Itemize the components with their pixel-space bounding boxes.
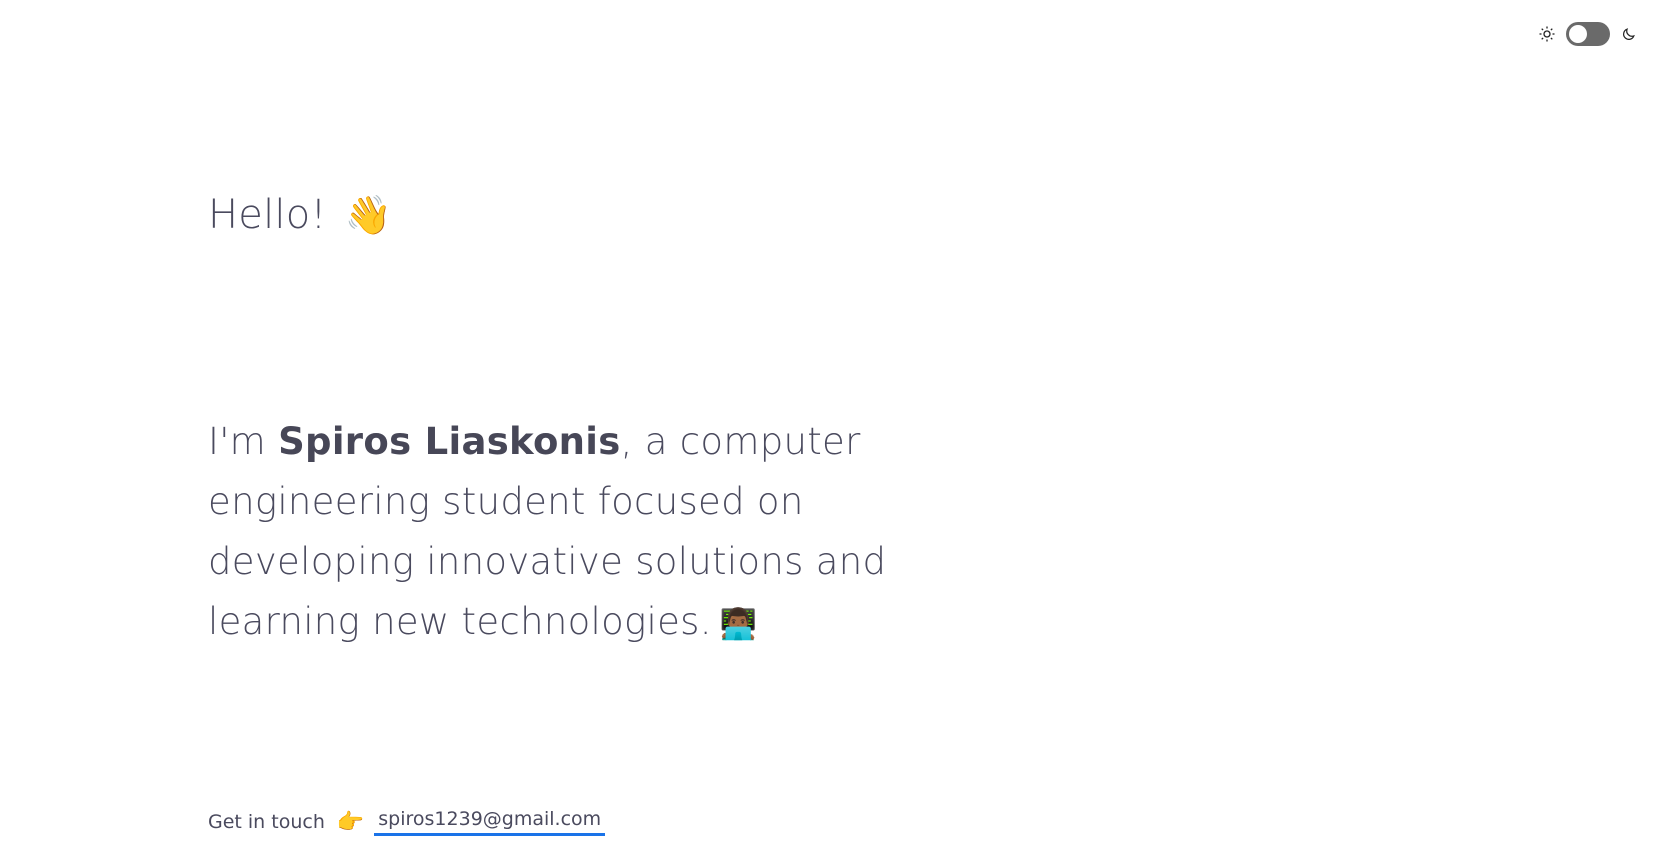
email-link[interactable]: spiros1239@gmail.com xyxy=(374,808,606,836)
contact-label: Get in touch xyxy=(208,811,325,833)
intro-prefix: I'm xyxy=(208,420,279,463)
switch-knob xyxy=(1569,25,1587,43)
author-name: Spiros Liaskonis xyxy=(278,420,621,463)
theme-toggle xyxy=(1538,22,1638,46)
moon-icon xyxy=(1620,25,1638,43)
contact-line: Get in touch 👉 spiros1239@gmail.com xyxy=(208,808,606,836)
dark-mode-switch[interactable] xyxy=(1566,22,1610,46)
greeting-text: Hello! xyxy=(208,192,327,238)
waving-hand-emoji: 👋 xyxy=(344,193,393,237)
pointing-hand-emoji: 👉 xyxy=(336,809,365,835)
greeting-heading: Hello! 👋 xyxy=(208,192,392,238)
sun-icon xyxy=(1538,25,1556,43)
intro-paragraph: I'm Spiros Liaskonis, a computer enginee… xyxy=(208,412,888,655)
technologist-emoji: 👨🏾‍💻 xyxy=(719,607,758,642)
